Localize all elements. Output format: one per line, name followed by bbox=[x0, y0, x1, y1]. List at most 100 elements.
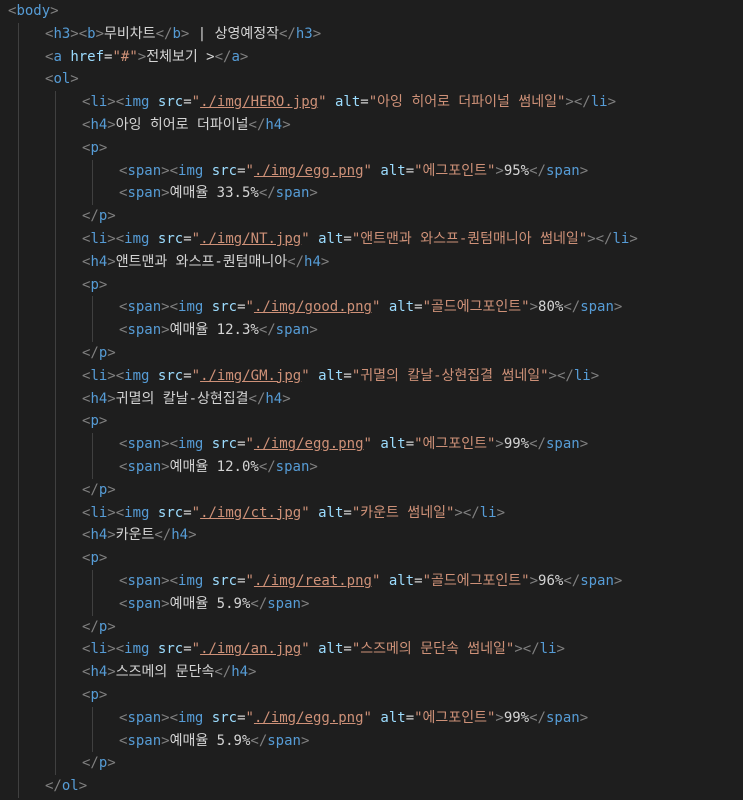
code-punctuation: > bbox=[107, 504, 116, 521]
code-punctuation: > bbox=[529, 572, 539, 589]
code-string: "앤트맨과 와스프-퀀텀매니아 썸네일" bbox=[351, 230, 588, 247]
code-line[interactable]: <p> bbox=[0, 547, 743, 570]
code-path-string: ./img/ct.jpg bbox=[200, 504, 302, 521]
code-line-content: <body> bbox=[8, 0, 59, 23]
code-line[interactable]: <h4>카운트</h4> bbox=[0, 524, 743, 548]
code-line[interactable]: </p> bbox=[0, 752, 743, 776]
code-equals: = bbox=[237, 572, 246, 589]
code-line[interactable]: </p> bbox=[0, 205, 743, 228]
code-string: " bbox=[245, 436, 254, 453]
code-line[interactable]: <ol> bbox=[0, 68, 743, 92]
code-path-string: ./img/egg.png bbox=[253, 436, 364, 453]
code-punctuation: > bbox=[161, 458, 170, 475]
indent-guide bbox=[55, 182, 56, 206]
code-tag-name: li bbox=[90, 367, 108, 384]
code-line[interactable]: <li><img src="./img/GM.jpg" alt="귀멸의 칼날-… bbox=[0, 364, 743, 388]
code-tag-name: ol bbox=[61, 778, 79, 795]
indent-guide bbox=[55, 159, 56, 183]
code-string: " bbox=[191, 367, 201, 384]
code-equals: = bbox=[183, 94, 192, 111]
code-line[interactable]: <p> bbox=[0, 273, 743, 297]
code-tag-name: li bbox=[90, 641, 108, 658]
code-equals: = bbox=[183, 230, 192, 247]
code-line[interactable]: <h3><b>무비차트</b> | 상영예정작</h3> bbox=[0, 22, 743, 46]
code-punctuation: < bbox=[115, 367, 125, 384]
code-line[interactable]: <span><img src="./img/egg.png" alt="에그포인… bbox=[0, 433, 743, 456]
code-line-content: </p> bbox=[82, 752, 116, 775]
code-path-string: ./img/egg.png bbox=[253, 162, 364, 179]
code-punctuation: > bbox=[107, 618, 116, 635]
code-line-content: <h4>카운트</h4> bbox=[82, 524, 197, 547]
code-punctuation: > bbox=[454, 504, 463, 521]
indent-guide bbox=[18, 205, 19, 228]
code-punctuation: > bbox=[239, 48, 249, 65]
code-tag-name: span bbox=[275, 185, 310, 202]
code-tag-name: span bbox=[127, 162, 162, 179]
code-line[interactable]: <li><img src="./img/ct.jpg" alt="카운트 썸네일… bbox=[0, 501, 743, 525]
code-string: " bbox=[318, 94, 327, 111]
code-line[interactable]: <h4>스즈메의 문단속</h4> bbox=[0, 661, 743, 684]
code-punctuation: > bbox=[495, 162, 504, 179]
code-line[interactable]: </p> bbox=[0, 615, 743, 639]
code-attribute-name: src bbox=[157, 367, 184, 384]
code-line[interactable]: <a href="#">전체보기 ></a> bbox=[0, 45, 743, 69]
code-line[interactable]: <h4>귀멸의 칼날-상현집결</h4> bbox=[0, 387, 743, 411]
code-punctuation: </ bbox=[248, 390, 266, 407]
code-line[interactable]: <span>예매율 33.5%</span> bbox=[0, 182, 743, 206]
indent-guide bbox=[18, 729, 19, 753]
code-line[interactable]: </ol> bbox=[0, 775, 743, 798]
code-text: 예매율 33.5% bbox=[169, 185, 259, 202]
code-punctuation: </ bbox=[563, 572, 581, 589]
code-punctuation: < bbox=[169, 709, 179, 726]
indent-guide bbox=[55, 706, 56, 730]
code-line[interactable]: <h4>앤트맨과 와스프-퀀텀매니아</h4> bbox=[0, 250, 743, 274]
code-line[interactable]: <li><img src="./img/an.jpg" alt="스즈메의 문단… bbox=[0, 638, 743, 662]
code-string: "골드에그포인트" bbox=[422, 299, 530, 316]
code-line[interactable]: <h4>아잉 히어로 더파이널</h4> bbox=[0, 113, 743, 137]
code-tag-name: li bbox=[479, 504, 497, 521]
code-editor[interactable]: <body> <h3><b>무비차트</b> | 상영예정작</h3> <a hre… bbox=[0, 0, 743, 800]
code-line[interactable]: </p> bbox=[0, 341, 743, 365]
code-tag-name: h3 bbox=[53, 25, 71, 42]
code-line[interactable]: <p> bbox=[0, 683, 743, 707]
code-attribute-name: alt bbox=[318, 230, 344, 247]
code-line[interactable]: <span>예매율 5.9%</span> bbox=[0, 592, 743, 616]
code-line[interactable]: <li><img src="./img/NT.jpg" alt="앤트맨과 와스… bbox=[0, 227, 743, 251]
code-tag-name: img bbox=[124, 504, 150, 521]
code-equals: = bbox=[237, 436, 246, 453]
code-equals: = bbox=[343, 504, 352, 521]
code-punctuation: > bbox=[514, 641, 523, 658]
code-line[interactable]: </p> bbox=[0, 478, 743, 502]
code-line[interactable]: <span><img src="./img/egg.png" alt="에그포인… bbox=[0, 706, 743, 730]
code-line[interactable]: <span><img src="./img/good.png" alt="골드에… bbox=[0, 296, 743, 320]
code-line[interactable]: <body> bbox=[0, 0, 743, 23]
indent-guide bbox=[55, 683, 56, 707]
code-line[interactable]: <span>예매율 5.9%</span> bbox=[0, 729, 743, 753]
code-punctuation: > bbox=[137, 48, 147, 65]
code-line[interactable]: <span>예매율 12.3%</span> bbox=[0, 319, 743, 342]
code-string: "에그포인트" bbox=[414, 709, 496, 726]
indent-guide bbox=[55, 273, 56, 297]
code-line[interactable]: <span>예매율 12.0%</span> bbox=[0, 455, 743, 479]
code-line[interactable]: <p> bbox=[0, 136, 743, 160]
code-line[interactable]: <span><img src="./img/egg.png" alt="에그포인… bbox=[0, 159, 743, 183]
code-punctuation: > bbox=[309, 458, 318, 475]
indent-guide bbox=[92, 455, 93, 479]
indent-guide bbox=[92, 433, 93, 456]
indent-guide bbox=[55, 455, 56, 479]
code-punctuation: </ bbox=[82, 344, 99, 361]
indent-guide bbox=[55, 136, 56, 160]
code-punctuation: > bbox=[613, 572, 623, 589]
code-line-content: <span>예매율 12.3%</span> bbox=[119, 319, 318, 342]
code-line[interactable]: <span><img src="./img/reat.png" alt="골드에… bbox=[0, 569, 743, 593]
code-line[interactable]: <p> bbox=[0, 410, 743, 434]
indent-guide bbox=[18, 752, 19, 776]
code-string: "스즈메의 문단속 썸네일" bbox=[351, 641, 515, 658]
code-path-string: ./img/HERO.jpg bbox=[200, 94, 319, 111]
code-punctuation: > bbox=[188, 527, 197, 544]
code-line[interactable]: <li><img src="./img/HERO.jpg" alt="아잉 히어… bbox=[0, 91, 743, 114]
code-path-string: ./img/NT.jpg bbox=[200, 230, 302, 247]
